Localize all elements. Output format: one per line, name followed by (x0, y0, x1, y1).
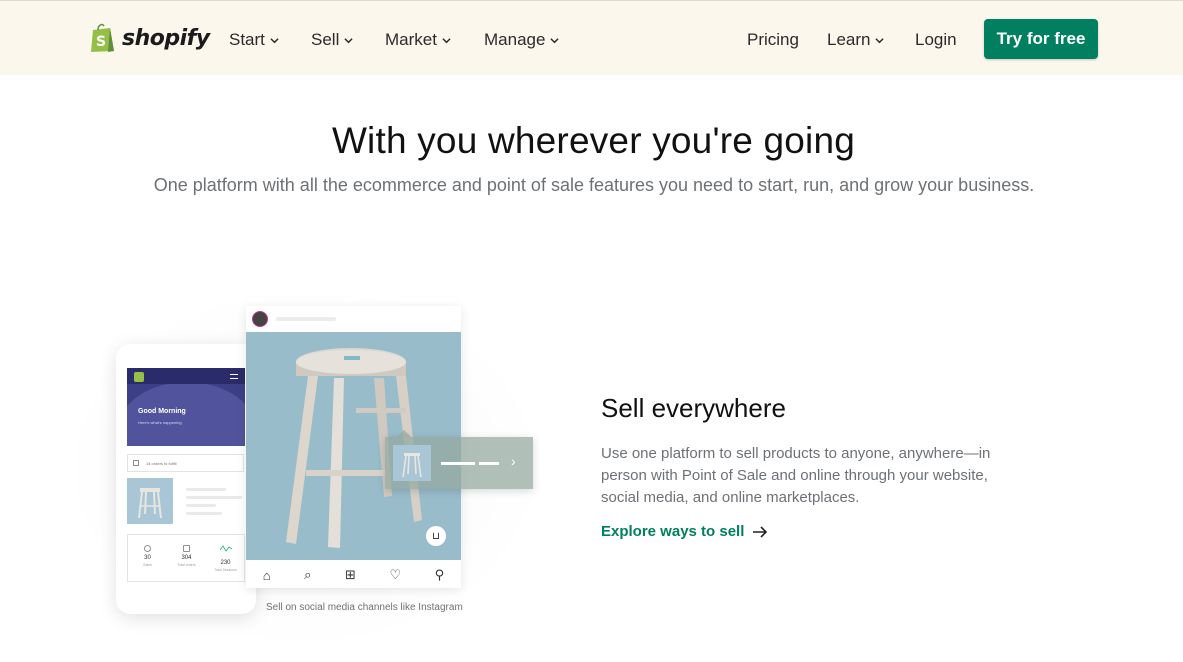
stat-sessions: 230 Total Sessions (206, 535, 245, 572)
hero-subtitle: One platform with all the ecommerce and … (153, 175, 1035, 195)
phone-orders-row: 14 orders to fulfill (127, 454, 244, 472)
placeholder-line (479, 462, 499, 465)
chevron-down-icon (550, 37, 560, 43)
activity-icon (219, 545, 232, 552)
phone-header: Good Morning Here's what's happening (127, 368, 245, 446)
phone-greeting-sub: Here's what's happening (138, 420, 182, 425)
nav-learn[interactable]: Learn (827, 30, 885, 50)
chevron-down-icon (875, 37, 885, 43)
profile-icon[interactable]: ⚲ (435, 567, 445, 583)
stat-sales: 30 Sales (128, 535, 167, 567)
checkbox-icon (133, 460, 139, 466)
svg-text:S: S (96, 34, 106, 50)
add-icon[interactable]: ⊞ (345, 567, 356, 583)
stat-label: Total orders (177, 563, 196, 567)
phone-orders-label: 14 orders to fulfill (146, 461, 177, 466)
logo-text: shopify (122, 25, 210, 51)
box-icon (183, 545, 190, 552)
phone-mockup: Good Morning Here's what's happening 14 … (116, 344, 256, 614)
placeholder-line (441, 462, 475, 465)
menu-icon (230, 374, 238, 379)
shopping-bag-icon: S (91, 23, 114, 52)
stat-value: 230 (220, 560, 231, 566)
stat-label: Sales (143, 563, 152, 567)
illustration-caption: Sell on social media channels like Insta… (266, 602, 463, 613)
nav-login-label: Login (915, 30, 957, 49)
dollar-icon (144, 545, 151, 552)
avatar (252, 311, 268, 327)
chevron-down-icon (270, 37, 279, 43)
nav-manage-label: Manage (484, 30, 546, 49)
nav-login[interactable]: Login (915, 30, 957, 50)
nav-sell-label: Sell (311, 30, 340, 49)
nav-start-label: Start (229, 30, 265, 49)
post-action-bar: ⌂ ⌕ ⊞ ♡ ⚲ (246, 562, 461, 588)
feature-description: Use one platform to sell products to any… (601, 445, 991, 506)
product-tag-card[interactable]: › (385, 430, 533, 489)
heart-icon[interactable]: ♡ (389, 567, 401, 583)
nav-manage[interactable]: Manage (484, 30, 560, 50)
search-icon[interactable]: ⌕ (304, 567, 311, 583)
shopify-logo[interactable]: S shopify (90, 23, 210, 53)
feature-title: Sell everywhere (601, 393, 786, 423)
placeholder-line (186, 496, 242, 499)
stat-label: Total Sessions (214, 568, 237, 572)
username-placeholder (276, 317, 336, 321)
chevron-down-icon (442, 37, 451, 43)
nav-pricing[interactable]: Pricing (747, 30, 799, 50)
phone-stats: 30 Sales 304 Total orders 230 Total Sess… (127, 534, 245, 582)
nav-sell[interactable]: Sell (311, 30, 353, 50)
shopping-bag-icon[interactable]: ⊔ (426, 526, 446, 546)
explore-ways-to-sell-link[interactable]: Explore ways to sell (601, 523, 768, 540)
chevron-down-icon (344, 37, 353, 43)
product-tag-thumbnail (393, 445, 431, 481)
nav-market[interactable]: Market (385, 30, 451, 50)
chevron-right-icon: › (511, 453, 516, 469)
placeholder-line (186, 512, 222, 515)
nav-start[interactable]: Start (229, 30, 279, 50)
phone-product-thumbnail (127, 478, 173, 524)
placeholder-line (186, 504, 216, 507)
nav-pricing-label: Pricing (747, 30, 799, 49)
stat-value: 304 (181, 555, 192, 561)
stool-image (402, 453, 422, 478)
home-icon[interactable]: ⌂ (263, 568, 271, 583)
hero-title: With you wherever you're going (331, 120, 856, 161)
feature-link-label: Explore ways to sell (601, 523, 745, 540)
placeholder-line (186, 488, 226, 491)
shopify-bag-icon (134, 372, 144, 382)
phone-topbar (127, 368, 245, 384)
nav-market-label: Market (385, 30, 437, 49)
top-nav: S shopify Start Sell Market Manage Prici… (0, 0, 1183, 75)
nav-learn-label: Learn (827, 30, 871, 49)
stat-orders: 304 Total orders (167, 535, 206, 567)
try-for-free-button[interactable]: Try for free (984, 19, 1098, 59)
stool-image (138, 488, 162, 519)
arrow-right-icon (753, 525, 768, 538)
stat-value: 30 (144, 555, 151, 561)
phone-greeting: Good Morning (138, 408, 186, 415)
